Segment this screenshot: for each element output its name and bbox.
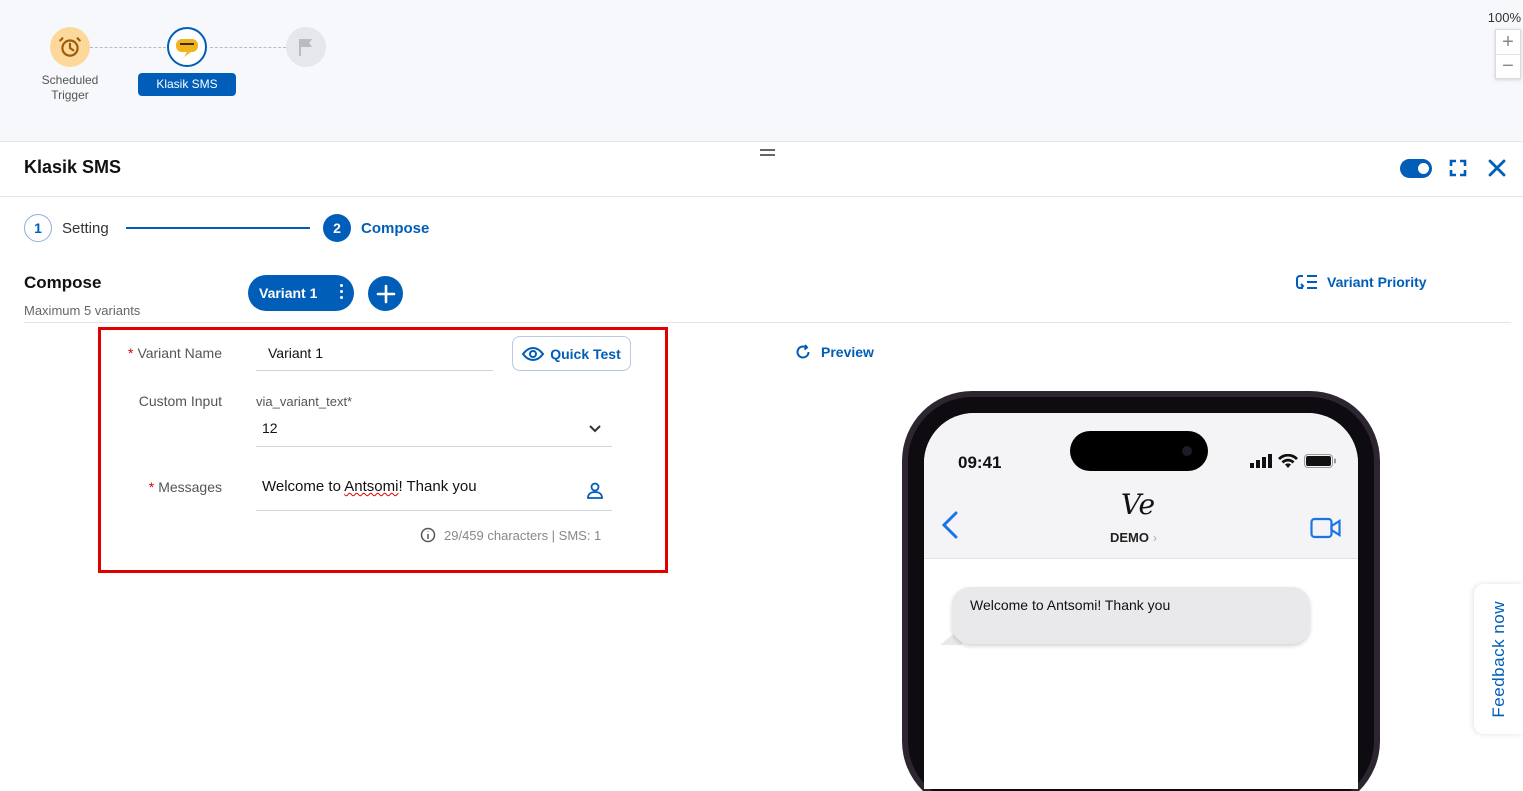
- info-icon: [420, 527, 436, 543]
- status-time: 09:41: [958, 453, 1002, 472]
- wifi-icon: [1278, 454, 1298, 468]
- header-divider: [0, 196, 1523, 197]
- refresh-icon: [796, 344, 810, 359]
- quick-test-button[interactable]: Quick Test: [512, 336, 631, 371]
- zoom-control: 100% + −: [1483, 10, 1523, 79]
- video-call-icon[interactable]: [1310, 517, 1342, 544]
- node-klasik-sms[interactable]: Klasik SMS: [137, 27, 237, 96]
- phone-screen: 09:41 Ve DEMO › Welcome to Antsomi! Than…: [924, 413, 1358, 789]
- quick-test-label: Quick Test: [550, 345, 621, 362]
- zoom-level: 100%: [1487, 10, 1521, 25]
- compose-subtitle: Maximum 5 variants: [24, 303, 141, 318]
- dynamic-island: [1070, 431, 1208, 471]
- variant-name-input[interactable]: Variant 1: [256, 337, 493, 371]
- flag-icon: [286, 27, 326, 67]
- battery-icon: [1304, 454, 1336, 468]
- klasik-sms-logo: [167, 27, 207, 67]
- expand-icon[interactable]: [1447, 157, 1469, 179]
- step-label: Compose: [361, 219, 430, 237]
- eye-icon: [522, 346, 545, 361]
- messages-label: * Messages: [148, 479, 222, 495]
- personalize-user-icon: [587, 482, 603, 499]
- feedback-tab[interactable]: Feedback now: [1474, 584, 1523, 734]
- variant-name-label: * Variant Name: [127, 345, 222, 361]
- character-counter: 29/459 characters | SMS: 1: [420, 527, 601, 543]
- contact-avatar: Ve: [1120, 487, 1156, 521]
- status-toggle[interactable]: [1400, 159, 1432, 178]
- node-label-active: Klasik SMS: [138, 73, 236, 96]
- message-bubble: Welcome to Antsomi! Thank you: [952, 587, 1310, 644]
- variant-tab-label: Variant 1: [259, 285, 318, 301]
- step-number: 1: [24, 214, 52, 242]
- workflow-canvas: Scheduled Trigger Klasik SMS 100% + −: [0, 0, 1523, 142]
- alarm-clock-icon: [50, 27, 90, 67]
- variant-priority-label: Variant Priority: [1327, 274, 1427, 290]
- add-variant-button[interactable]: [368, 276, 403, 311]
- section-divider: [24, 322, 1511, 323]
- variant-priority-button[interactable]: Variant Priority: [1295, 273, 1427, 291]
- custom-input-label: Custom Input: [138, 393, 222, 409]
- preview-button[interactable]: Preview: [795, 344, 874, 360]
- close-icon[interactable]: [1486, 157, 1508, 179]
- priority-list-icon: [1296, 275, 1317, 289]
- zoom-in-button[interactable]: +: [1496, 30, 1520, 54]
- plus-icon: [376, 284, 395, 303]
- variant-tab[interactable]: Variant 1: [248, 275, 354, 311]
- messages-input[interactable]: Welcome to Antsomi! Thank you: [256, 471, 612, 511]
- resize-handle[interactable]: [760, 149, 775, 156]
- contact-name: DEMO ›: [1110, 530, 1157, 545]
- phone-preview: 09:41 Ve DEMO › Welcome to Antsomi! Than…: [902, 391, 1380, 791]
- step-connector: [126, 227, 310, 229]
- node-end[interactable]: [286, 27, 326, 67]
- step-setting[interactable]: 1 Setting: [24, 214, 109, 242]
- chevron-down-icon: [589, 425, 601, 433]
- feedback-label: Feedback now: [1488, 600, 1508, 718]
- node-scheduled-trigger[interactable]: Scheduled Trigger: [34, 27, 106, 103]
- back-chevron-icon[interactable]: [940, 511, 960, 544]
- signal-icon: [1250, 454, 1272, 468]
- panel-title: Klasik SMS: [24, 157, 122, 177]
- custom-input-field-label: via_variant_text*: [256, 394, 353, 409]
- kebab-menu-icon[interactable]: [340, 284, 344, 299]
- zoom-out-button[interactable]: −: [1496, 54, 1520, 78]
- status-icons: [1250, 454, 1336, 468]
- custom-input-select[interactable]: 12: [256, 414, 612, 447]
- step-compose[interactable]: 2 Compose: [323, 214, 429, 242]
- compose-title: Compose: [24, 273, 102, 292]
- step-number: 2: [323, 214, 351, 242]
- step-label: Setting: [62, 219, 109, 237]
- node-label: Scheduled Trigger: [41, 73, 99, 102]
